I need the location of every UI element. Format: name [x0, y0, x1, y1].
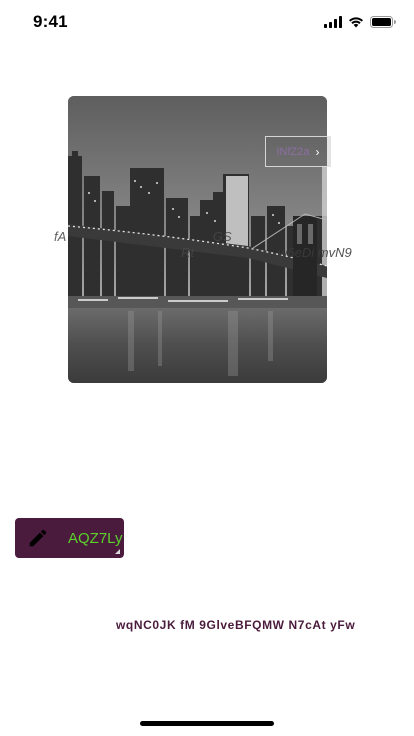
- status-icons: [324, 14, 396, 30]
- chevron-right-icon: ›: [315, 144, 320, 159]
- cellular-signal-icon: [324, 16, 342, 28]
- status-time: 9:41: [33, 12, 68, 31]
- battery-icon: [370, 16, 396, 28]
- tag-chip-label: INfZ2a: [276, 145, 310, 158]
- home-indicator[interactable]: [140, 721, 274, 726]
- overlay-text-left: fA GS Rt: [54, 229, 278, 260]
- tag-chip-button[interactable]: INfZ2a ›: [265, 136, 331, 167]
- edit-button[interactable]: AQZ7Ly: [15, 518, 124, 558]
- wifi-icon: [348, 16, 364, 28]
- app-screen: 9:41 INfZ2a › fA GS Rt w6eDi mvN9 AQZ7Ly…: [0, 0, 414, 736]
- overlay-text-right: w6eDi mvN9: [278, 245, 352, 260]
- caption-text: wqNC0JK fM 9GlveBFQMW N7cAt yFw: [116, 618, 356, 632]
- pencil-icon: [29, 529, 47, 547]
- edit-button-label: AQZ7Ly: [68, 529, 123, 547]
- corner-indicator: [115, 549, 120, 554]
- status-bar: 9:41: [0, 0, 414, 44]
